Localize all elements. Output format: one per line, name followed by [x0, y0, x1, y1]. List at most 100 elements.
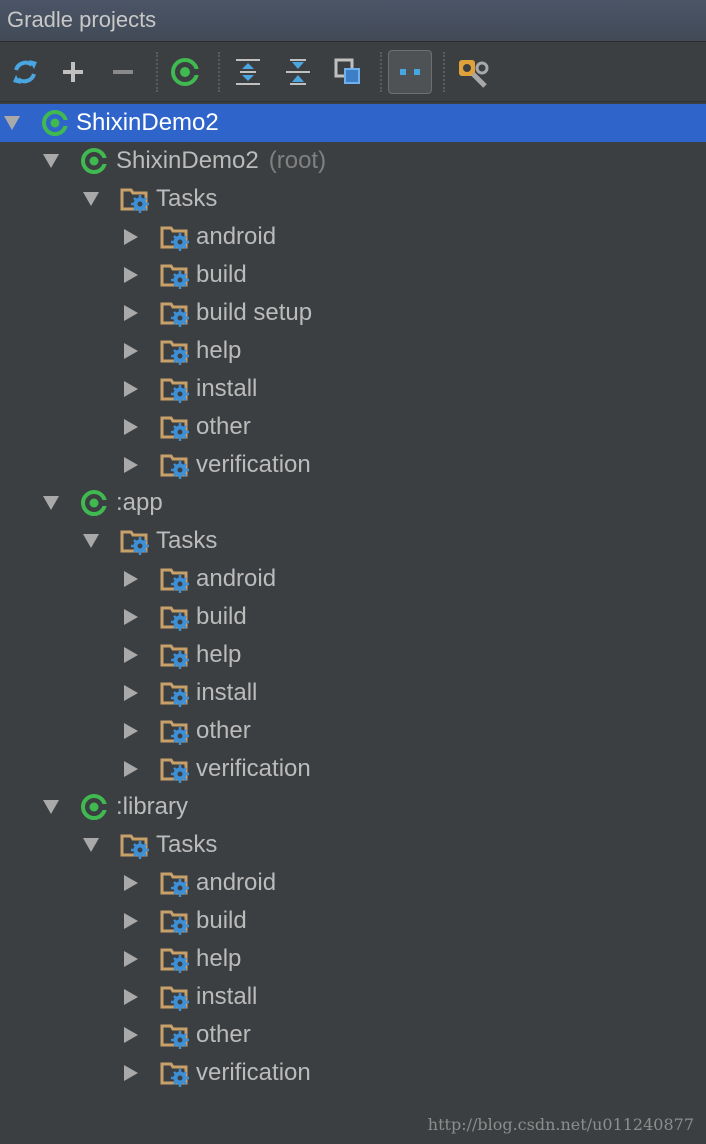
collapse-arrow[interactable] [122, 266, 140, 284]
collapse-arrow[interactable] [122, 722, 140, 740]
tree-task-category[interactable]: build [0, 256, 706, 294]
tree-task-category[interactable]: verification [0, 1054, 706, 1092]
chevron-right-icon [124, 1065, 138, 1081]
node-label-text: verification [196, 451, 311, 478]
tree-task-category[interactable]: build [0, 902, 706, 940]
collapse-arrow[interactable] [122, 646, 140, 664]
node-label-text: help [196, 337, 242, 364]
tree-tasks-group[interactable]: Tasks [0, 826, 706, 864]
chevron-right-icon [124, 419, 138, 435]
expand-arrow[interactable] [82, 190, 100, 208]
collapse-arrow[interactable] [122, 342, 140, 360]
tree-module[interactable]: ShixinDemo2 (root) [0, 142, 706, 180]
collapse-arrow[interactable] [122, 912, 140, 930]
execute-gradle-task-button[interactable] [163, 50, 207, 94]
gradle-settings-button[interactable] [450, 50, 494, 94]
task-category-label: install [196, 375, 257, 403]
chevron-right-icon [124, 267, 138, 283]
task-category-folder-icon [160, 1059, 190, 1087]
tree-task-category[interactable]: help [0, 332, 706, 370]
tree-task-category[interactable]: other [0, 712, 706, 750]
task-folder-icon [160, 454, 189, 479]
toolbar-separator [156, 52, 158, 92]
task-category-folder-icon [160, 869, 190, 897]
task-category-label: help [196, 945, 241, 973]
chevron-right-icon [124, 951, 138, 967]
tree-task-category[interactable]: android [0, 560, 706, 598]
tree-tasks-group[interactable]: Tasks [0, 522, 706, 560]
collapse-arrow[interactable] [122, 608, 140, 626]
tree-task-category[interactable]: verification [0, 750, 706, 788]
node-label-text: install [196, 679, 258, 706]
task-category-label: build setup [196, 299, 312, 327]
add-project-button[interactable] [51, 50, 95, 94]
chevron-right-icon [124, 571, 138, 587]
task-category-label: other [196, 413, 251, 441]
tree-root-project[interactable]: ShixinDemo2 [0, 104, 706, 142]
chevron-right-icon [124, 229, 138, 245]
expand-arrow[interactable] [3, 114, 21, 132]
tree-task-category[interactable]: install [0, 370, 706, 408]
expand-arrow[interactable] [82, 532, 100, 550]
tree-task-category[interactable]: help [0, 636, 706, 674]
tree-task-category[interactable]: other [0, 1016, 706, 1054]
refresh-button[interactable] [3, 50, 47, 94]
toolbar [0, 42, 706, 102]
toggle-offline-button[interactable] [388, 50, 432, 94]
task-category-label: android [196, 223, 276, 251]
tree-task-category[interactable]: verification [0, 446, 706, 484]
collapse-arrow[interactable] [122, 988, 140, 1006]
tree-task-category[interactable]: other [0, 408, 706, 446]
chevron-down-icon [83, 192, 99, 206]
collapse-all-button[interactable] [276, 50, 320, 94]
task-category-folder-icon [160, 1021, 190, 1049]
collapse-arrow[interactable] [122, 760, 140, 778]
task-category-folder-icon [160, 223, 190, 251]
collapse-arrow[interactable] [122, 380, 140, 398]
node-label-text: :library [116, 793, 189, 820]
tree-module[interactable]: :library [0, 788, 706, 826]
collapse-arrow[interactable] [122, 570, 140, 588]
collapse-arrow[interactable] [122, 418, 140, 436]
chevron-down-icon [43, 496, 59, 510]
collapse-arrow[interactable] [122, 874, 140, 892]
toggle-offline-icon [400, 69, 420, 75]
tree-task-category[interactable]: android [0, 218, 706, 256]
collapse-arrow[interactable] [122, 684, 140, 702]
tree-task-category[interactable]: android [0, 864, 706, 902]
chevron-right-icon [124, 305, 138, 321]
tree-task-category[interactable]: install [0, 978, 706, 1016]
collapse-arrow[interactable] [122, 228, 140, 246]
task-folder-icon [160, 606, 189, 631]
task-category-label: install [196, 983, 257, 1011]
collapse-arrow[interactable] [122, 456, 140, 474]
tree-tasks-group[interactable]: Tasks [0, 180, 706, 218]
task-category-folder-icon [160, 717, 190, 745]
task-category-label: android [196, 565, 276, 593]
expand-arrow[interactable] [42, 152, 60, 170]
node-label-text: verification [196, 1059, 311, 1086]
chevron-down-icon [83, 838, 99, 852]
expand-arrow[interactable] [42, 798, 60, 816]
tasks-folder-icon [120, 527, 150, 555]
gradle-module-icon [80, 147, 110, 175]
collapse-arrow[interactable] [122, 1064, 140, 1082]
group-modules-button[interactable] [326, 50, 370, 94]
expand-all-button[interactable] [226, 50, 270, 94]
tree-task-category[interactable]: help [0, 940, 706, 978]
collapse-arrow[interactable] [122, 304, 140, 322]
tree-task-category[interactable]: install [0, 674, 706, 712]
collapse-arrow[interactable] [122, 950, 140, 968]
collapse-arrow[interactable] [122, 1026, 140, 1044]
module-label: ShixinDemo2 (root) [116, 147, 326, 175]
tree-task-category[interactable]: build [0, 598, 706, 636]
task-category-label: other [196, 1021, 251, 1049]
expand-arrow[interactable] [42, 494, 60, 512]
tasks-group-label: Tasks [156, 185, 217, 213]
task-category-folder-icon [160, 375, 190, 403]
task-category-folder-icon [160, 337, 190, 365]
tree-task-category[interactable]: build setup [0, 294, 706, 332]
remove-project-button[interactable] [101, 50, 145, 94]
expand-arrow[interactable] [82, 836, 100, 854]
tree-module[interactable]: :app [0, 484, 706, 522]
